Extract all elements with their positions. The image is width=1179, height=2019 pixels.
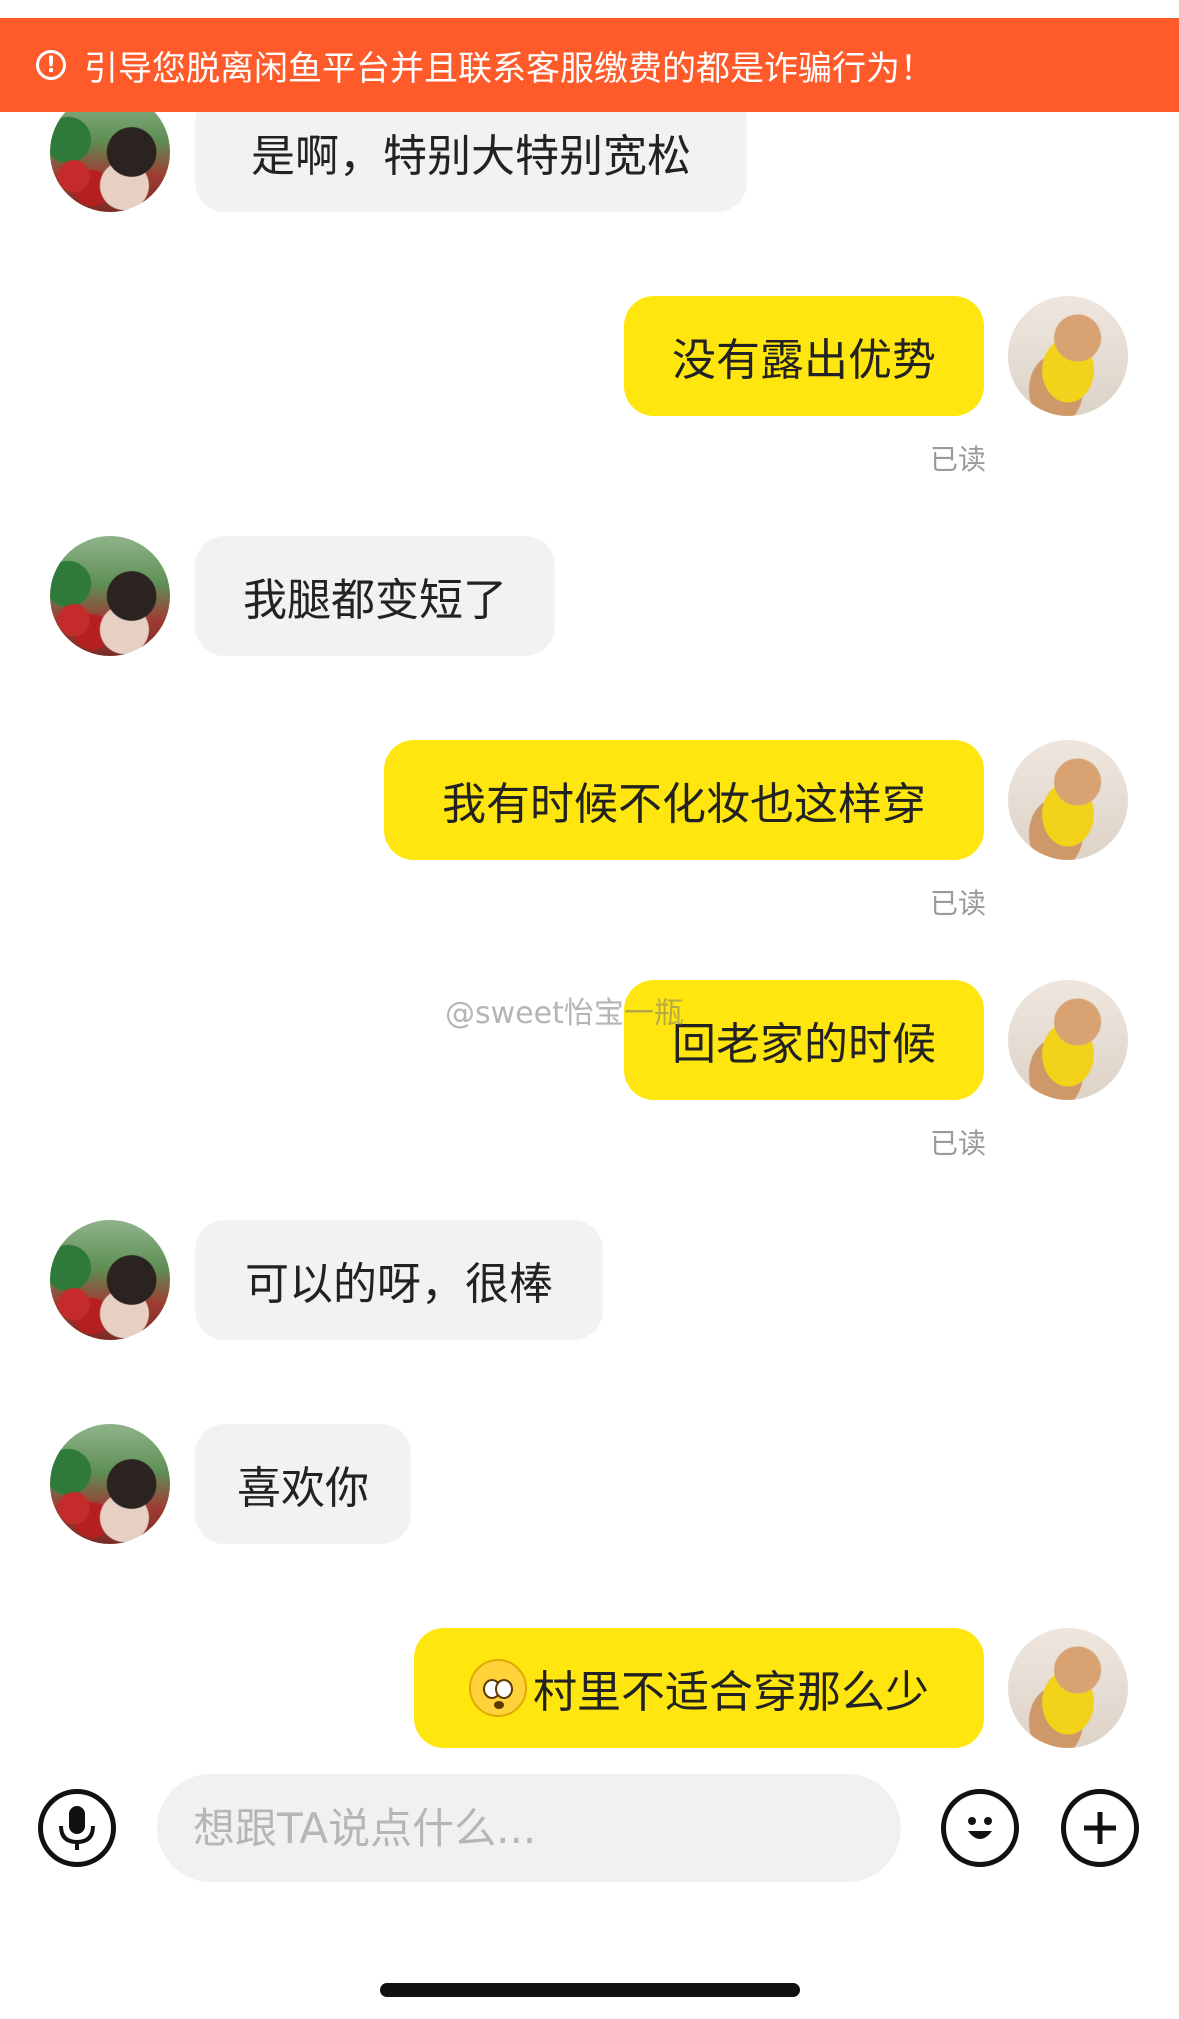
contact-avatar[interactable] [50,536,170,656]
incoming-message-bubble[interactable]: 可以的呀，很棒 [195,1220,603,1340]
contact-avatar[interactable] [50,1424,170,1544]
outgoing-message-bubble[interactable]: 没有露出优势 [624,296,984,416]
flushed-face-emoji [469,1659,527,1717]
read-status: 已读 [929,887,986,920]
read-status: 已读 [929,1127,986,1160]
weibo-watermark: @sweet怡宝一瓶 [445,996,684,1031]
outgoing-message-bubble[interactable]: 我有时候不化妆也这样穿 [384,740,984,860]
read-status: 已读 [929,443,986,476]
my-avatar[interactable] [1008,980,1128,1100]
microphone-icon[interactable] [38,1789,116,1867]
plus-icon[interactable] [1061,1789,1139,1867]
incoming-message-bubble[interactable]: 我腿都变短了 [195,536,555,656]
my-avatar[interactable] [1008,1628,1128,1748]
message-text: 村里不适合穿那么少 [533,1667,929,1718]
contact-avatar[interactable] [50,1220,170,1340]
fraud-warning-text: 引导您脱离闲鱼平台并且联系客服缴费的都是诈骗行为！ [84,48,934,89]
home-indicator[interactable] [380,1983,800,1997]
smiley-face-icon[interactable] [941,1789,1019,1867]
fraud-warning-banner: ! 引导您脱离闲鱼平台并且联系客服缴费的都是诈骗行为！ [0,18,1179,112]
my-avatar[interactable] [1008,740,1128,860]
chat-input-bar [0,1748,1179,1918]
message-input[interactable] [157,1774,901,1882]
alert-circle-icon: ! [36,50,66,80]
my-avatar[interactable] [1008,296,1128,416]
incoming-message-bubble[interactable]: 喜欢你 [195,1424,411,1544]
outgoing-message-bubble[interactable]: 村里不适合穿那么少 [414,1628,984,1748]
